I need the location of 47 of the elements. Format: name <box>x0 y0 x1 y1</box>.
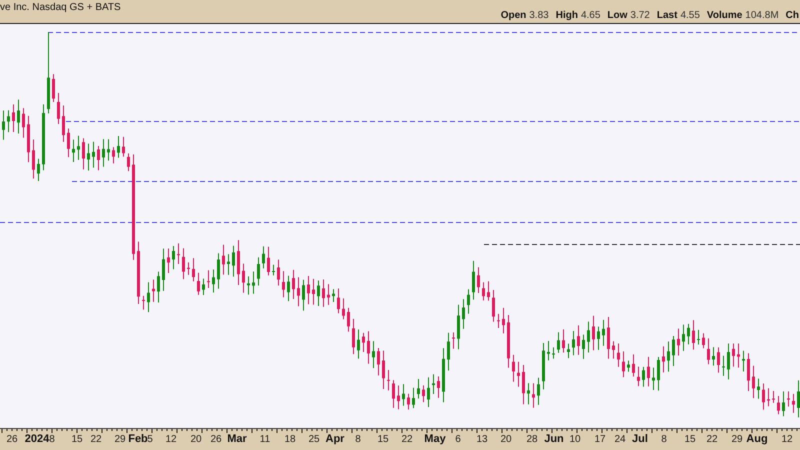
axis-label: 24 <box>614 434 626 445</box>
chart-title: ve Inc. Nasdaq GS + BATS <box>0 2 121 15</box>
axis-label: 29 <box>731 434 743 445</box>
axis-label: Aug <box>746 433 768 445</box>
quote-value: 4.65 <box>580 10 600 21</box>
axis-label: 22 <box>706 434 718 445</box>
axis-label: Jul <box>632 433 648 445</box>
axis-label: 26 <box>210 434 222 445</box>
axis-label: 6 <box>455 434 461 445</box>
quote-label: High <box>556 10 578 21</box>
axis-label: 8 <box>661 434 667 445</box>
axis-label: 20 <box>500 434 512 445</box>
axis-label: 20 <box>190 434 202 445</box>
axis-label: Feb <box>128 433 148 445</box>
quote-value: 4.55 <box>680 10 700 21</box>
quote-value: 104.8M <box>745 10 779 21</box>
axis-label: 15 <box>71 434 83 445</box>
axis-label: 8 <box>49 434 55 445</box>
quote-label: Last <box>656 10 678 21</box>
axis-label: 22 <box>401 434 413 445</box>
axis-label: 18 <box>284 434 296 445</box>
axis-label: 26 <box>6 434 18 445</box>
axis-label: 28 <box>526 434 538 445</box>
axis-label: 15 <box>684 434 696 445</box>
quote-value: 3.83 <box>529 10 549 21</box>
axis-label: 29 <box>114 434 126 445</box>
axis-label: 17 <box>594 434 606 445</box>
axis-label: 11 <box>260 434 270 445</box>
axis-label: Jun <box>544 433 564 445</box>
quote-value: 3.72 <box>630 10 650 21</box>
axis-label: 12 <box>781 434 793 445</box>
axis-label: Apr <box>326 433 344 445</box>
axis-label: 2024 <box>24 433 50 445</box>
axis-label: 15 <box>377 434 389 445</box>
axis-label: Mar <box>227 433 247 445</box>
quote-label: Volume <box>706 10 742 21</box>
axis-label: 12 <box>165 434 177 445</box>
axis-label: 22 <box>90 434 102 445</box>
axis-label: 5 <box>147 434 153 445</box>
quote-label: Open <box>500 10 526 21</box>
quote-label: Low <box>607 10 628 21</box>
axis-label: 10 <box>569 434 581 445</box>
axis-label: 25 <box>308 434 320 445</box>
axis-label: May <box>424 433 446 445</box>
axis-label: 8 <box>355 434 361 445</box>
quote-label: Ch <box>786 10 799 21</box>
axis-label: 13 <box>476 434 488 445</box>
